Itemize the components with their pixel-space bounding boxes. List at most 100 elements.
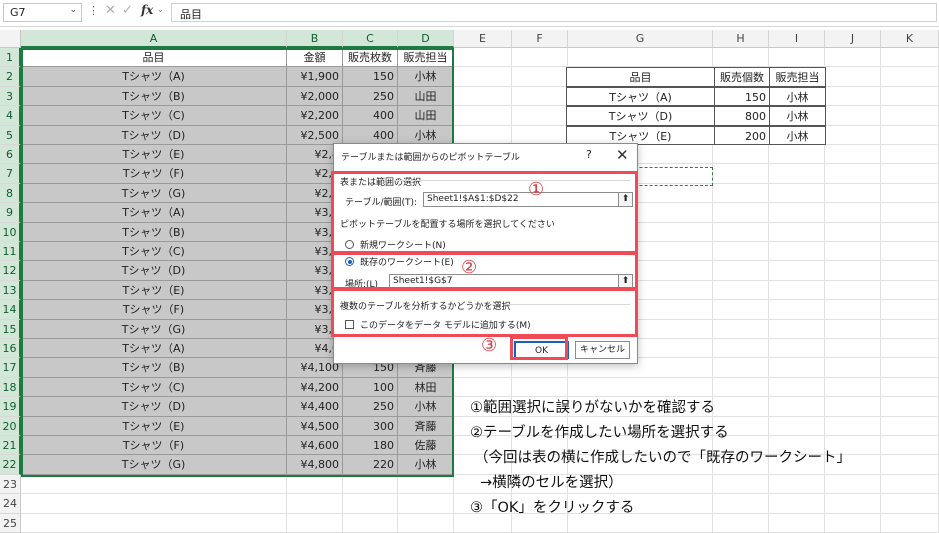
column-header-f[interactable]: F	[512, 30, 568, 48]
more-options-icon[interactable]: ⋮	[88, 4, 99, 17]
result-header-cell[interactable]: 品目	[566, 67, 715, 87]
table-cell[interactable]: 150	[343, 67, 398, 87]
ok-button[interactable]: OK	[514, 341, 569, 359]
range-input[interactable]: Sheet1!$A$1:$D$22	[423, 192, 619, 207]
row-header-8[interactable]: 8	[0, 183, 21, 204]
column-header-i[interactable]: I	[769, 30, 825, 48]
table-cell[interactable]: Tシャツ（E)	[21, 145, 287, 165]
row-header-4[interactable]: 4	[0, 106, 21, 126]
row-header-17[interactable]: 17	[0, 358, 21, 378]
column-header-d[interactable]: D	[398, 30, 454, 48]
row-header-10[interactable]: 10	[0, 222, 21, 242]
table-cell[interactable]: Tシャツ（C)	[21, 377, 287, 398]
table-cell[interactable]: 小林	[398, 455, 454, 475]
row-header-18[interactable]: 18	[0, 377, 21, 398]
radio-new-worksheet-label[interactable]: 新規ワークシート(N)	[360, 238, 446, 251]
select-all-corner[interactable]	[0, 30, 21, 48]
table-cell[interactable]: ¥4,400	[287, 397, 343, 417]
datamodel-checkbox-label[interactable]: このデータをデータ モデルに追加する(M)	[360, 318, 531, 331]
table-cell[interactable]: Tシャツ（B)	[21, 358, 287, 378]
table-cell[interactable]: 300	[343, 416, 398, 436]
column-header-b[interactable]: B	[287, 30, 343, 48]
table-cell[interactable]: Tシャツ（D)	[21, 261, 287, 281]
column-header-j[interactable]: J	[825, 30, 881, 48]
table-cell[interactable]: Tシャツ（B)	[21, 222, 287, 242]
row-header-16[interactable]: 16	[0, 339, 21, 359]
table-cell[interactable]: Tシャツ（A)	[21, 339, 287, 359]
radio-existing-worksheet-label[interactable]: 既存のワークシート(E)	[360, 255, 454, 268]
row-header-9[interactable]: 9	[0, 203, 21, 223]
result-cell[interactable]: Tシャツ（D)	[566, 106, 715, 126]
table-cell[interactable]: ¥2,200	[287, 106, 343, 126]
location-input[interactable]: Sheet1!$G$7	[389, 274, 619, 289]
row-header-21[interactable]: 21	[0, 436, 21, 456]
chevron-down-icon[interactable]: ⌄	[157, 5, 164, 14]
row-header-7[interactable]: 7	[0, 164, 21, 184]
radio-new-worksheet[interactable]	[345, 240, 354, 249]
table-cell[interactable]: 220	[343, 455, 398, 475]
row-header-3[interactable]: 3	[0, 86, 21, 107]
column-header-c[interactable]: C	[343, 30, 398, 48]
row-header-14[interactable]: 14	[0, 300, 21, 320]
result-cell[interactable]: 200	[714, 125, 770, 145]
table-cell[interactable]: Tシャツ（D)	[21, 125, 287, 145]
confirm-entry-icon[interactable]: ✓	[122, 3, 133, 18]
chevron-down-icon[interactable]: ⌄	[69, 5, 77, 15]
row-header-1[interactable]: 1	[0, 48, 21, 68]
cancel-button[interactable]: キャンセル	[575, 341, 630, 359]
row-header-6[interactable]: 6	[0, 145, 21, 165]
column-header-e[interactable]: E	[454, 30, 512, 48]
row-header-5[interactable]: 5	[0, 125, 21, 145]
table-cell[interactable]: 山田	[398, 106, 454, 126]
table-cell[interactable]: 400	[343, 106, 398, 126]
table-cell[interactable]: Tシャツ（A)	[21, 203, 287, 223]
column-header-a[interactable]: A	[21, 30, 287, 48]
table-cell[interactable]: 小林	[398, 67, 454, 87]
insert-function-icon[interactable]: fx	[141, 3, 153, 17]
table-cell[interactable]: Tシャツ（G)	[21, 183, 287, 204]
table-header-cell[interactable]: 販売担当	[398, 48, 454, 68]
result-header-cell[interactable]: 販売担当	[769, 67, 826, 87]
table-cell[interactable]: ¥4,500	[287, 416, 343, 436]
table-cell[interactable]: 180	[343, 436, 398, 456]
row-header-2[interactable]: 2	[0, 67, 21, 87]
table-cell[interactable]: 林田	[398, 377, 454, 398]
formula-input[interactable]: 品目	[171, 3, 937, 22]
table-cell[interactable]: Tシャツ（F)	[21, 436, 287, 456]
row-header-12[interactable]: 12	[0, 261, 21, 281]
table-cell[interactable]: 250	[343, 397, 398, 417]
row-header-25[interactable]: 25	[0, 513, 21, 533]
table-cell[interactable]: 250	[343, 86, 398, 107]
row-header-13[interactable]: 13	[0, 280, 21, 301]
table-header-cell[interactable]: 金額	[287, 48, 343, 68]
table-header-cell[interactable]: 品目	[21, 48, 287, 68]
table-cell[interactable]: ¥4,600	[287, 436, 343, 456]
table-cell[interactable]: ¥2,000	[287, 86, 343, 107]
radio-existing-worksheet[interactable]	[345, 257, 354, 266]
table-cell[interactable]: 山田	[398, 86, 454, 107]
table-cell[interactable]: ¥1,900	[287, 67, 343, 87]
collapse-dialog-icon[interactable]: ⬆	[618, 192, 633, 207]
result-cell[interactable]: 800	[714, 106, 770, 126]
row-header-23[interactable]: 23	[0, 474, 21, 495]
name-box[interactable]: G7 ⌄	[3, 3, 82, 22]
row-header-15[interactable]: 15	[0, 319, 21, 339]
result-header-cell[interactable]: 販売個数	[714, 67, 770, 87]
table-cell[interactable]: Tシャツ（C)	[21, 242, 287, 262]
result-cell[interactable]: 小林	[769, 106, 826, 126]
result-cell[interactable]: 小林	[769, 125, 826, 145]
table-cell[interactable]: 斉藤	[398, 416, 454, 436]
table-cell[interactable]: ¥4,200	[287, 377, 343, 398]
column-header-k[interactable]: K	[881, 30, 939, 48]
table-cell[interactable]: Tシャツ（C)	[21, 106, 287, 126]
table-cell[interactable]: Tシャツ（A)	[21, 67, 287, 87]
table-cell[interactable]: 小林	[398, 397, 454, 417]
table-cell[interactable]: Tシャツ（B)	[21, 86, 287, 107]
close-icon[interactable]: ✕	[616, 146, 629, 164]
result-cell[interactable]: 小林	[769, 86, 826, 107]
table-cell[interactable]: Tシャツ（F)	[21, 164, 287, 184]
table-cell[interactable]: Tシャツ（G)	[21, 455, 287, 475]
result-cell[interactable]: 150	[714, 86, 770, 107]
table-cell[interactable]: 佐藤	[398, 436, 454, 456]
table-cell[interactable]: 100	[343, 377, 398, 398]
